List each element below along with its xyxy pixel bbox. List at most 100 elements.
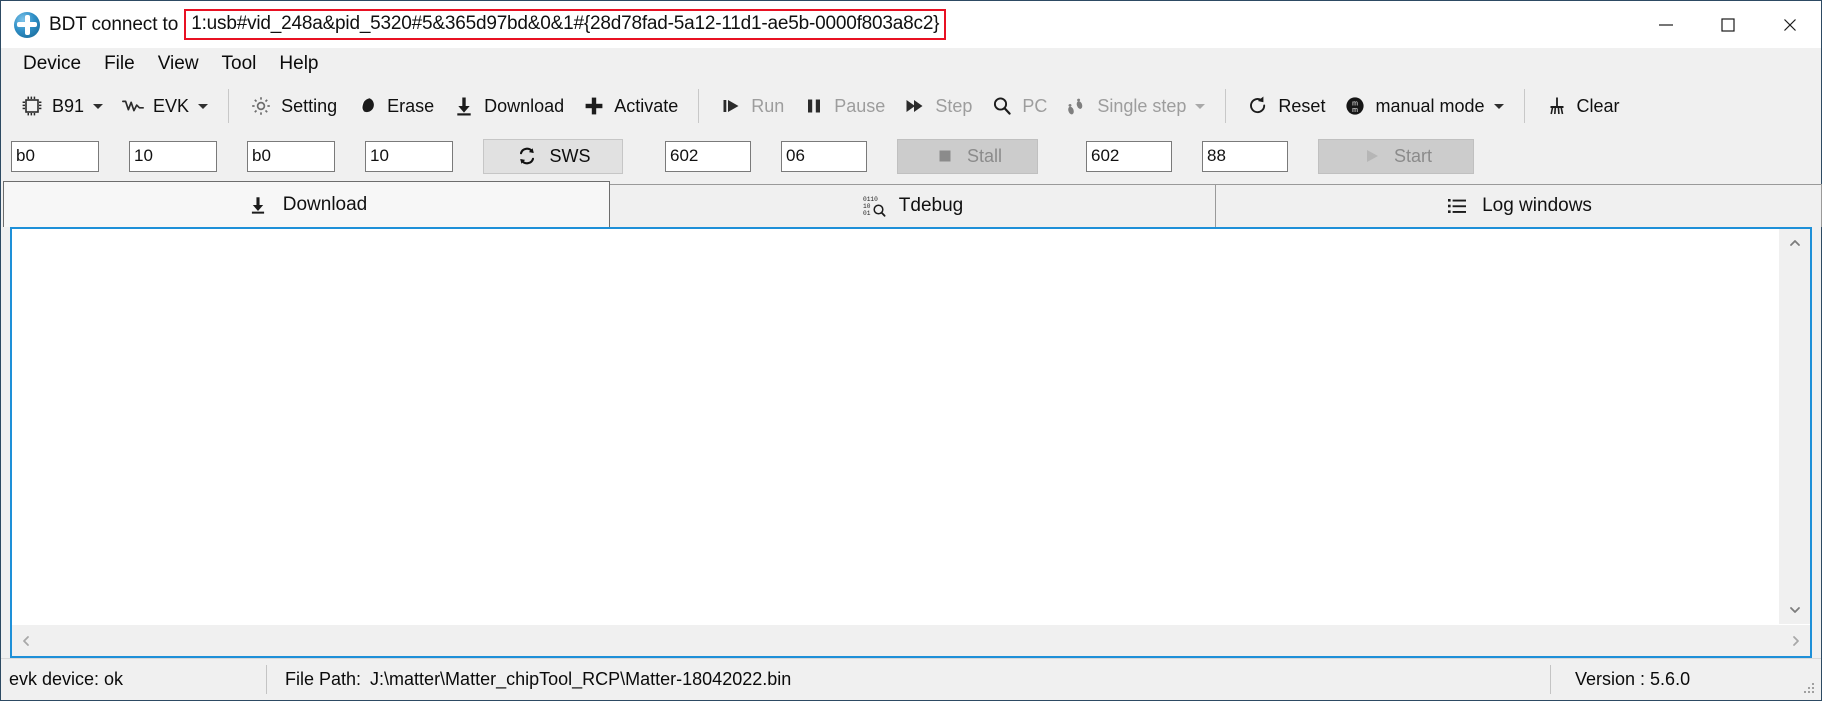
svg-text:0110: 0110 — [863, 196, 878, 203]
run-label: Run — [751, 95, 785, 116]
status-file-path: File Path: J:\matter\Matter_chipTool_RCP… — [267, 659, 791, 700]
window-controls — [1635, 1, 1821, 48]
content-inner — [12, 229, 1810, 624]
status-version: Version : 5.6.0 — [1575, 669, 1691, 689]
title-bar: BDT connect to 1:usb#vid_248a&pid_5320#5… — [1, 1, 1821, 48]
vertical-scrollbar[interactable] — [1778, 229, 1810, 624]
evk-selector-label: EVK — [153, 95, 190, 116]
close-icon[interactable] — [1759, 1, 1821, 48]
scroll-left-icon[interactable] — [12, 625, 40, 656]
pc-label: PC — [1022, 95, 1048, 116]
sws-refresh-icon — [515, 144, 539, 168]
toolbar-divider — [1523, 89, 1525, 123]
svg-text:10: 10 — [863, 203, 871, 210]
horizontal-scrollbar[interactable] — [12, 624, 1810, 656]
scroll-down-icon[interactable] — [1779, 596, 1810, 624]
eraser-icon — [355, 94, 379, 118]
download-button[interactable]: Download — [443, 88, 573, 124]
svg-text:01: 01 — [863, 210, 871, 217]
erase-button[interactable]: Erase — [346, 88, 443, 124]
file-path-label: File Path: — [285, 669, 362, 689]
app-logo-icon — [14, 11, 40, 38]
pause-icon — [802, 94, 826, 118]
clear-button[interactable]: Clear — [1536, 88, 1629, 124]
tab-bar: Download 0110 10 01 Tdebug Log windows — [1, 181, 1822, 227]
tab-tdebug[interactable]: 0110 10 01 Tdebug — [609, 184, 1216, 227]
input-field-6[interactable] — [781, 140, 867, 172]
broom-icon — [1545, 94, 1569, 118]
maximize-icon[interactable] — [1697, 1, 1759, 48]
input-field-8[interactable] — [1202, 140, 1288, 172]
reset-button[interactable]: Reset — [1237, 88, 1334, 124]
activate-button[interactable]: Activate — [573, 88, 687, 124]
run-button[interactable]: Run — [710, 88, 793, 124]
log-text-area[interactable] — [12, 229, 1778, 624]
bdt-application-window: BDT connect to 1:usb#vid_248a&pid_5320#5… — [0, 0, 1822, 701]
input-field-3[interactable] — [247, 140, 335, 172]
svg-text:m: m — [1353, 107, 1359, 114]
scroll-right-icon[interactable] — [1782, 625, 1810, 656]
chip-icon — [20, 94, 44, 118]
play-icon — [1360, 144, 1384, 168]
menu-item-file[interactable]: File — [93, 50, 147, 79]
input-field-4[interactable] — [365, 140, 453, 172]
reset-label: Reset — [1278, 95, 1326, 116]
start-label: Start — [1393, 145, 1432, 166]
manual-mode-label: manual mode — [1375, 95, 1485, 116]
plus-icon — [582, 94, 606, 118]
resize-grip[interactable] — [1803, 683, 1816, 696]
download-arrow-icon — [452, 94, 476, 118]
stall-button[interactable]: Stall — [897, 138, 1038, 174]
download-label: Download — [484, 95, 565, 116]
window-title-prefix: BDT connect to — [49, 13, 179, 35]
step-label: Step — [935, 95, 973, 116]
input-field-5[interactable] — [665, 140, 751, 172]
mode-circle-icon: m m — [1343, 94, 1367, 118]
tab-log-windows[interactable]: Log windows — [1215, 184, 1822, 227]
download-content-panel — [10, 227, 1812, 658]
file-path-value: J:\matter\Matter_chipTool_RCP\Matter-180… — [370, 669, 792, 689]
chevron-down-icon[interactable] — [198, 103, 209, 109]
step-button[interactable]: Step — [894, 88, 981, 124]
single-step-button[interactable]: Single step — [1056, 88, 1214, 124]
status-device: evk device: ok — [9, 669, 124, 689]
tab-download[interactable]: Download — [3, 181, 610, 227]
minimize-icon[interactable] — [1635, 1, 1697, 48]
pc-button[interactable]: PC — [981, 88, 1056, 124]
erase-label: Erase — [387, 95, 435, 116]
chevron-down-icon[interactable] — [1493, 103, 1504, 109]
chip-selector-button[interactable]: B91 — [11, 88, 112, 124]
manual-mode-button[interactable]: m m manual mode — [1334, 88, 1512, 124]
footsteps-icon — [1065, 94, 1089, 118]
input-field-7[interactable] — [1086, 140, 1172, 172]
toolbar-divider — [698, 89, 700, 123]
sws-button[interactable]: SWS — [483, 138, 623, 174]
scroll-up-icon[interactable] — [1779, 229, 1810, 257]
setting-button[interactable]: Setting — [240, 88, 346, 124]
menu-item-tool[interactable]: Tool — [211, 50, 269, 79]
chevron-down-icon[interactable] — [1195, 103, 1206, 109]
menu-item-device[interactable]: Device — [12, 50, 93, 79]
search-icon — [990, 94, 1014, 118]
stall-label: Stall — [966, 145, 1002, 166]
chevron-down-icon[interactable] — [93, 103, 104, 109]
stop-square-icon — [933, 144, 957, 168]
clear-label: Clear — [1576, 95, 1620, 116]
toolbar-divider — [1225, 89, 1227, 123]
window-title-device-path: 1:usb#vid_248a&pid_5320#5&365d97bd&0&1#{… — [184, 9, 947, 40]
setting-label: Setting — [281, 95, 338, 116]
input-field-1[interactable] — [11, 140, 99, 172]
menu-item-help[interactable]: Help — [268, 50, 330, 79]
evk-selector-button[interactable]: EVK — [112, 88, 217, 124]
activate-label: Activate — [614, 95, 679, 116]
pause-button[interactable]: Pause — [793, 88, 894, 124]
binary-debug-icon: 0110 10 01 — [862, 194, 886, 218]
start-button[interactable]: Start — [1318, 138, 1474, 174]
toolbar-divider — [228, 89, 230, 123]
tab-log-windows-label: Log windows — [1482, 195, 1592, 216]
sws-label: SWS — [549, 145, 591, 166]
menu-item-view[interactable]: View — [147, 50, 211, 79]
input-field-2[interactable] — [129, 140, 217, 172]
chip-selector-label: B91 — [52, 95, 85, 116]
list-icon — [1445, 194, 1469, 218]
